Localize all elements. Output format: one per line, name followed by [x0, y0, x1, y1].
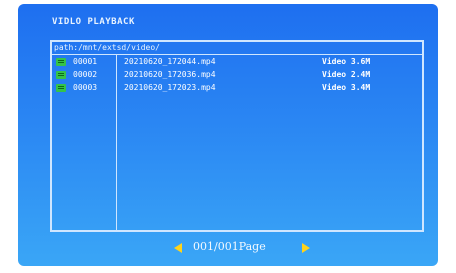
- file-name: 20210620_172036.mp4: [124, 70, 216, 79]
- file-index: 00003: [73, 83, 98, 92]
- folder-icon: [56, 71, 66, 79]
- triangle-right-icon[interactable]: [302, 243, 310, 253]
- file-row[interactable]: 00001 20210620_172044.mp4 Video 3.6M: [52, 56, 422, 68]
- file-name: 20210620_172044.mp4: [124, 57, 216, 66]
- file-info: Video 3.4M: [322, 83, 371, 92]
- file-info: Video 2.4M: [322, 70, 371, 79]
- page-title: VIDLO PLAYBACK: [52, 17, 135, 27]
- file-browser-panel: path:/mnt/extsd/video/ 00001 20210620_17…: [50, 40, 424, 232]
- file-row[interactable]: 00003 20210620_172023.mp4 Video 3.4M: [52, 82, 422, 94]
- file-info: Video 3.6M: [322, 57, 371, 66]
- folder-icon: [56, 84, 66, 92]
- file-row[interactable]: 00002 20210620_172036.mp4 Video 2.4M: [52, 69, 422, 81]
- pagination: 001/001Page: [18, 239, 438, 257]
- video-playback-screen: VIDLO PLAYBACK path:/mnt/extsd/video/ 00…: [18, 4, 438, 266]
- triangle-left-icon[interactable]: [174, 243, 182, 253]
- folder-icon: [56, 58, 66, 66]
- file-index: 00001: [73, 57, 98, 66]
- file-index: 00002: [73, 70, 98, 79]
- path-label: path:/mnt/extsd/video/: [54, 43, 160, 52]
- page-indicator: 001/001Page: [193, 240, 266, 253]
- path-divider: [52, 54, 422, 55]
- file-name: 20210620_172023.mp4: [124, 83, 216, 92]
